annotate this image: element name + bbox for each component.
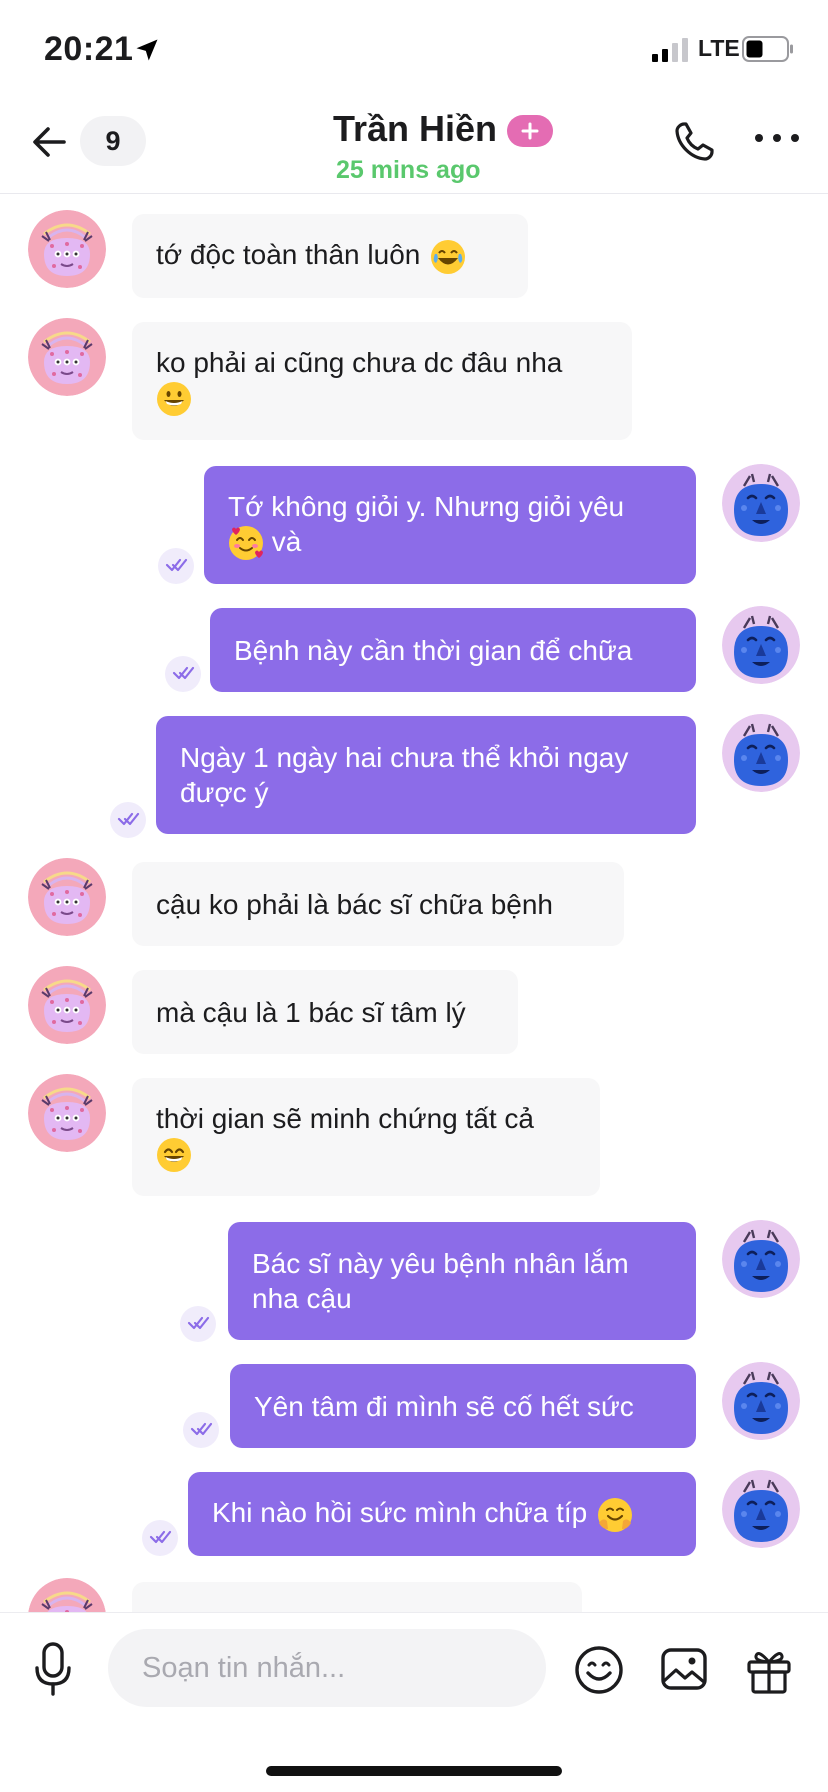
message-text: Tớ không giỏi y. Nhưng giỏi yêu [228, 490, 625, 522]
outgoing-message[interactable]: Khi nào hồi sức mình chữa típ [188, 1472, 696, 1556]
my-avatar[interactable] [722, 464, 800, 542]
incoming-message[interactable]: tớ độc toàn thân luôn [132, 214, 528, 298]
read-receipt [158, 548, 194, 584]
outgoing-message[interactable]: Bệnh này cần thời gian để chữa [210, 608, 696, 692]
last-seen-status: 25 mins ago [336, 156, 481, 184]
double-check-icon [189, 1418, 213, 1442]
message-text: Bệnh này cần thời gian để chữa [234, 634, 633, 666]
read-receipt [142, 1520, 178, 1556]
message-text: cậu ko phải là bác sĩ chữa bệnh [156, 888, 554, 920]
status-time: 20:21 [44, 30, 134, 68]
hugging-emoji-icon [597, 1497, 633, 1533]
incoming-message[interactable] [132, 1582, 582, 1612]
message-composer [0, 1612, 828, 1792]
message-text: Bác sĩ này yêu bệnh nhân lắm [252, 1248, 629, 1279]
smile-emoji-icon [156, 1137, 192, 1173]
outgoing-message[interactable]: Yên tâm đi mình sẽ cố hết sức [230, 1364, 696, 1448]
message-text: ko phải ai cũng chưa dc đâu nha [156, 346, 563, 378]
message-text: Khi nào hồi sức mình chữa típ [212, 1497, 588, 1529]
battery-icon [742, 36, 793, 62]
network-type: LTE [698, 35, 740, 61]
gift-icon[interactable] [744, 1645, 794, 1695]
incoming-message[interactable]: mà cậu là 1 bác sĩ tâm lý [132, 970, 518, 1054]
message-text: Yên tâm đi mình sẽ cố hết sức [254, 1390, 634, 1422]
grin-emoji-icon [156, 381, 192, 417]
outgoing-message[interactable]: Bác sĩ này yêu bệnh nhân lắm nha cậu [228, 1222, 696, 1340]
plus-icon [521, 122, 539, 140]
microphone-icon[interactable] [32, 1641, 74, 1697]
arrow-left-icon[interactable] [28, 120, 72, 164]
home-indicator [266, 1766, 562, 1776]
my-avatar[interactable] [722, 1220, 800, 1298]
double-check-icon [148, 1526, 172, 1550]
status-bar: 20:21 LTE [0, 0, 828, 100]
more-dots-icon[interactable] [752, 128, 802, 148]
image-icon[interactable] [660, 1647, 708, 1693]
message-text: tớ độc toàn thân luôn [156, 239, 421, 271]
message-text-cont: và [271, 525, 302, 557]
contact-avatar[interactable] [28, 1074, 106, 1152]
outgoing-message[interactable]: Ngày 1 ngày hai chưa thể khỏi ngay được … [156, 716, 696, 834]
outgoing-message[interactable]: Tớ không giỏi y. Nhưng giỏi yêu và [204, 466, 696, 584]
cell-signal-icon [652, 38, 688, 62]
read-receipt [180, 1306, 216, 1342]
contact-avatar[interactable] [28, 318, 106, 396]
contact-avatar[interactable] [28, 210, 106, 288]
message-input[interactable] [108, 1629, 546, 1707]
message-text: thời gian sẽ minh chứng tất cả [156, 1102, 534, 1134]
joy-emoji-icon [430, 239, 466, 275]
unread-count-badge[interactable]: 9 [80, 116, 146, 166]
contact-avatar[interactable] [28, 858, 106, 936]
incoming-message[interactable]: cậu ko phải là bác sĩ chữa bệnh [132, 862, 624, 946]
smiley-icon[interactable] [574, 1645, 624, 1695]
smiling-hearts-emoji-icon [228, 525, 264, 561]
message-text-cont: nha cậu [252, 1283, 352, 1314]
plus-badge [507, 115, 553, 147]
contact-name[interactable]: Trần Hiền [333, 108, 497, 150]
location-arrow-icon [136, 39, 158, 61]
my-avatar[interactable] [722, 1470, 800, 1548]
my-avatar[interactable] [722, 714, 800, 792]
read-receipt [110, 802, 146, 838]
chat-header: 9 Trần Hiền 25 mins ago [0, 100, 828, 194]
double-check-icon [116, 808, 140, 832]
message-text: mà cậu là 1 bác sĩ tâm lý [156, 996, 466, 1028]
double-check-icon [164, 554, 188, 578]
my-avatar[interactable] [722, 1362, 800, 1440]
my-avatar[interactable] [722, 606, 800, 684]
contact-avatar[interactable] [28, 966, 106, 1044]
message-text: Ngày 1 ngày hai chưa thể khỏi ngay [180, 742, 629, 773]
double-check-icon [171, 662, 195, 686]
phone-icon[interactable] [670, 118, 718, 166]
read-receipt [165, 656, 201, 692]
double-check-icon [186, 1312, 210, 1336]
contact-avatar[interactable] [28, 1578, 106, 1612]
message-text-cont: được ý [180, 777, 269, 808]
incoming-message[interactable]: thời gian sẽ minh chứng tất cả [132, 1078, 600, 1196]
incoming-message[interactable]: ko phải ai cũng chưa dc đâu nha [132, 322, 632, 440]
message-list[interactable]: tớ độc toàn thân luôn ko phải ai cũng ch… [0, 194, 828, 1612]
read-receipt [183, 1412, 219, 1448]
